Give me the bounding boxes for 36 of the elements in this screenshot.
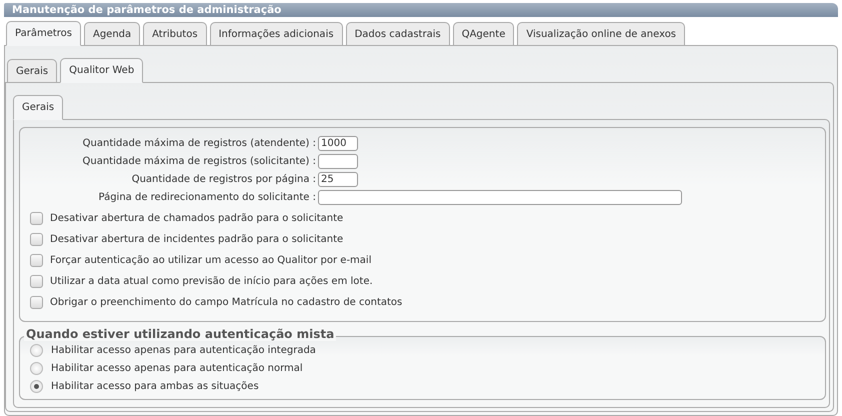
radio-button[interactable] [30, 344, 43, 356]
field-label: Quantidade de registros por página : [130, 174, 317, 184]
tab[interactable]: Informações adicionais [210, 22, 343, 46]
tab[interactable]: Atributos [143, 22, 207, 46]
tab[interactable]: Qualitor Web [60, 58, 144, 83]
tab[interactable]: Gerais [7, 59, 58, 83]
checkbox[interactable] [30, 212, 43, 225]
input-field[interactable]: 1000 [318, 136, 358, 150]
checkbox[interactable] [30, 296, 43, 309]
checkbox[interactable] [30, 233, 43, 246]
radio-label: Habilitar acesso para ambas as situações [51, 380, 259, 392]
window-title: Manutenção de parâmetros de administração [4, 3, 838, 17]
checkbox[interactable] [30, 254, 43, 267]
tab[interactable]: Agenda [84, 22, 140, 46]
checkbox[interactable] [30, 275, 43, 288]
field-label: Quantidade máxima de registros (solicitante) : [82, 156, 317, 166]
tab[interactable]: Gerais [13, 95, 64, 120]
radio-label: Habilitar acesso apenas para autenticação integrada [51, 344, 316, 356]
input-field[interactable] [318, 154, 358, 168]
group-legend: Quando estiver utilizando autenticação mista [24, 327, 336, 341]
tab[interactable]: QAgente [452, 22, 514, 46]
tab[interactable]: Parâmetros [6, 21, 81, 46]
field-label: Quantidade máxima de registros (atendente) : [82, 138, 317, 148]
checkbox-label: Desativar abertura de chamados padrão para o solicitante [50, 213, 344, 224]
radio-button[interactable] [30, 380, 43, 392]
tab[interactable]: Visualização online de anexos [517, 22, 686, 46]
input-field[interactable]: 25 [318, 172, 358, 186]
radio-label: Habilitar acesso apenas para autenticação normal [51, 362, 303, 374]
radio-button[interactable] [30, 362, 43, 374]
field-label: Página de redirecionamento do solicitante : [98, 192, 317, 202]
checkbox-label: Obrigar o preenchimento do campo Matrícula no cadastro de contatos [50, 297, 402, 308]
checkbox-label: Forçar autenticação ao utilizar um acesso ao Qualitor por e-mail [50, 255, 372, 266]
input-field[interactable] [318, 190, 682, 204]
checkbox-label: Utilizar a data atual como previsão de início para ações em lote. [50, 276, 373, 287]
checkbox-label: Desativar abertura de incidentes padrão para o solicitante [50, 234, 344, 245]
tab[interactable]: Dados cadastrais [346, 22, 450, 46]
